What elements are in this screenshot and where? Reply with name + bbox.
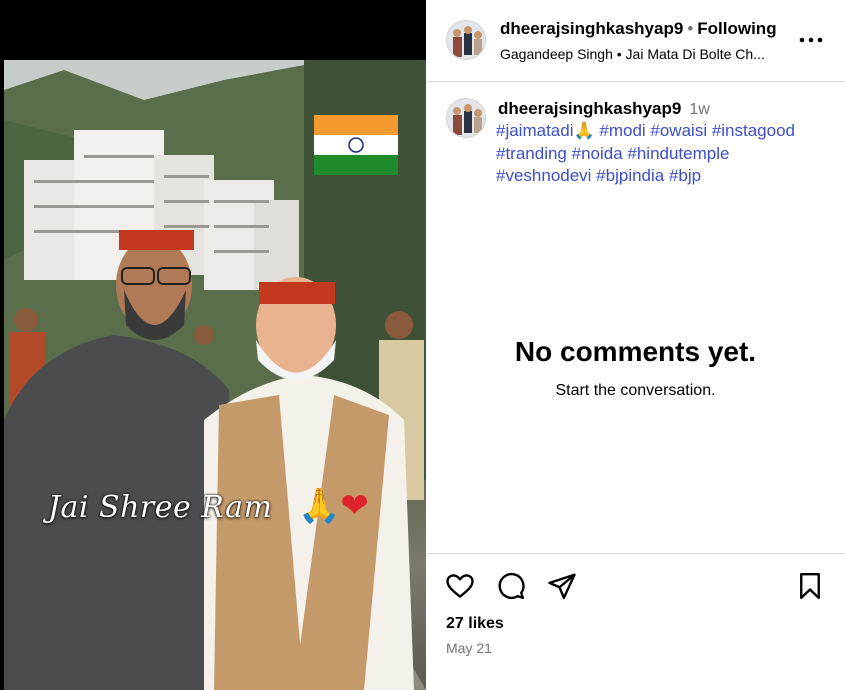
following-button[interactable]: Following	[697, 19, 776, 38]
caption-username-link[interactable]: dheerajsinghkashyap9	[498, 99, 681, 118]
hashtag-line[interactable]: #veshnodevi #bjpindia #bjp	[496, 165, 836, 188]
comment-button[interactable]	[496, 571, 526, 601]
heart-icon	[446, 574, 474, 598]
caption-header: dheerajsinghkashyap9 1w	[498, 99, 710, 119]
post-details-panel: dheerajsinghkashyap9 • Following Gagandeep…	[426, 0, 845, 690]
more-options-button[interactable]	[798, 30, 824, 50]
comment-icon	[498, 572, 525, 600]
post-date[interactable]: May 21	[446, 640, 492, 656]
hashtag-line[interactable]: #tranding #noida #hindutemple	[496, 143, 836, 166]
media-letterbox	[0, 0, 426, 60]
empty-comments-title: No comments yet.	[514, 336, 757, 367]
heart-emoji-icon: ❤	[340, 486, 369, 526]
avatar-image	[447, 99, 485, 137]
post-header: dheerajsinghkashyap9 • Following Gagandeep…	[426, 0, 845, 82]
bookmark-icon	[800, 572, 820, 600]
post-image	[4, 60, 426, 690]
hashtags: #jaimatadi🙏 #modi #owaisi #instagood #tr…	[496, 120, 836, 188]
post-media[interactable]: Jai Shree Ram 🙏❤	[0, 0, 426, 690]
share-button[interactable]	[547, 571, 577, 601]
caption-avatar[interactable]	[446, 98, 486, 138]
pray-icon: 🙏	[298, 486, 341, 526]
audio-link[interactable]: Gagandeep Singh • Jai Mata Di Bolte Ch..…	[500, 46, 765, 62]
share-icon	[548, 573, 576, 600]
separator-dot: •	[687, 19, 694, 38]
likes-count[interactable]: 27 likes	[446, 615, 504, 633]
post-time[interactable]: 1w	[689, 101, 709, 118]
avatar-image	[447, 21, 485, 59]
overlay-caption: Jai Shree Ram	[48, 490, 273, 525]
empty-comments: No comments yet. Start the conversation.	[426, 336, 845, 400]
post-video[interactable]: Jai Shree Ram 🙏❤	[4, 60, 426, 690]
empty-comments-subtitle: Start the conversation.	[555, 382, 716, 399]
post-actions: 27 likes May 21	[426, 553, 845, 690]
overlay-emoji: 🙏❤	[298, 486, 369, 526]
username-link[interactable]: dheerajsinghkashyap9	[500, 19, 683, 38]
save-button[interactable]	[795, 571, 825, 601]
avatar[interactable]	[446, 20, 486, 60]
more-horizontal-icon	[799, 37, 823, 43]
hashtag-line[interactable]: #jaimatadi🙏 #modi #owaisi #instagood	[496, 120, 836, 143]
header-user-line: dheerajsinghkashyap9 • Following	[500, 19, 777, 39]
like-button[interactable]	[445, 571, 475, 601]
